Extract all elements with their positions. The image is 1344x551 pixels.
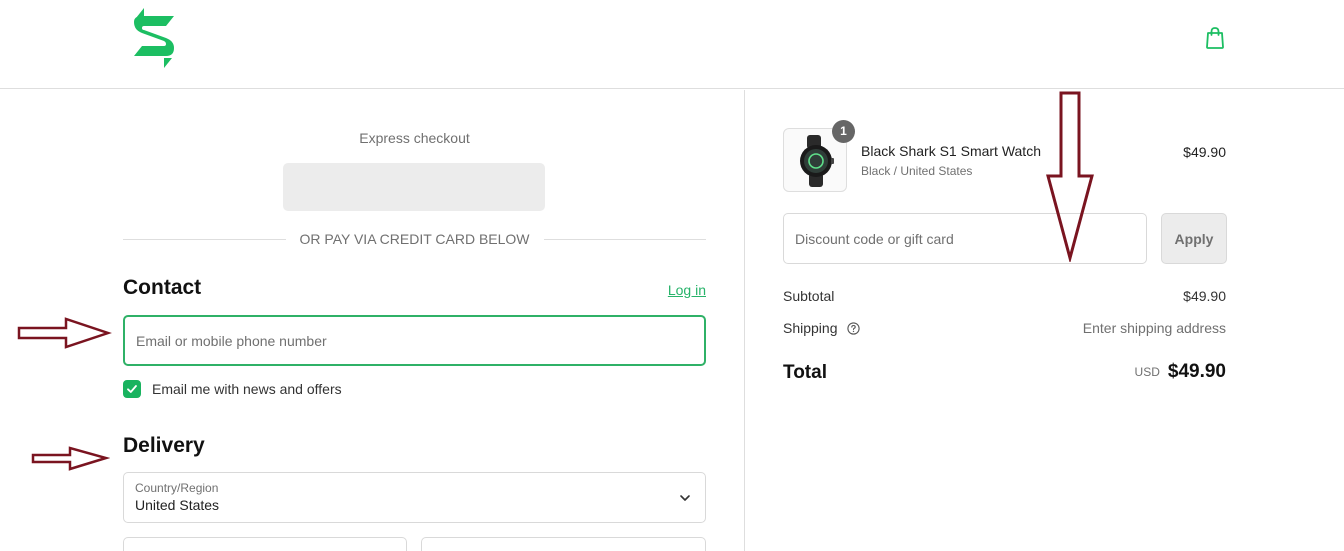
chevron-down-icon — [680, 495, 690, 501]
delivery-heading: Delivery — [123, 434, 205, 457]
or-divider: OR PAY VIA CREDIT CARD BELOW — [123, 230, 707, 248]
column-divider — [744, 90, 745, 551]
first-name-field[interactable] — [123, 537, 407, 551]
product-variant: Black / United States — [861, 164, 973, 178]
country-select-value: United States — [135, 497, 220, 513]
site-header — [0, 0, 1344, 89]
or-divider-text: OR PAY VIA CREDIT CARD BELOW — [299, 231, 530, 247]
newsletter-checkbox[interactable] — [123, 380, 141, 398]
login-link[interactable]: Log in — [668, 282, 706, 298]
divider-line-left — [123, 238, 286, 240]
shipping-value: Enter shipping address — [1082, 320, 1226, 336]
quantity-badge: 1 — [832, 120, 855, 143]
newsletter-label: Email me with news and offers — [152, 381, 342, 397]
email-field[interactable] — [123, 315, 706, 366]
express-checkout-label: Express checkout — [359, 130, 470, 146]
product-price: $49.90 — [1183, 144, 1226, 160]
express-checkout-button[interactable] — [283, 163, 545, 211]
annotation-arrow-right-delivery — [31, 446, 110, 471]
shipping-label: Shipping — [783, 320, 838, 336]
newsletter-checkbox-row[interactable]: Email me with news and offers — [123, 380, 342, 398]
total-label: Total — [783, 362, 827, 383]
country-select-label: Country/Region — [135, 481, 219, 495]
country-select[interactable]: Country/Region United States — [123, 472, 706, 523]
subtotal-value: $49.90 — [1183, 288, 1226, 304]
total-currency: USD — [1134, 365, 1160, 379]
checkmark-icon — [127, 385, 137, 393]
shopping-bag-icon[interactable] — [1204, 26, 1226, 50]
apply-discount-button[interactable]: Apply — [1161, 213, 1227, 264]
black-shark-logo[interactable] — [130, 8, 178, 68]
annotation-arrow-right-contact — [17, 317, 112, 349]
help-circle-icon[interactable] — [847, 322, 861, 335]
product-name: Black Shark S1 Smart Watch — [861, 143, 1041, 159]
discount-code-input[interactable] — [783, 213, 1147, 264]
contact-heading: Contact — [123, 276, 202, 299]
shipping-row-label: Shipping — [783, 320, 861, 336]
subtotal-label: Subtotal — [783, 288, 835, 304]
total-amount: USD $49.90 — [1135, 361, 1226, 383]
last-name-field[interactable] — [421, 537, 706, 551]
total-value: $49.90 — [1167, 361, 1226, 382]
divider-line-right — [543, 238, 707, 240]
